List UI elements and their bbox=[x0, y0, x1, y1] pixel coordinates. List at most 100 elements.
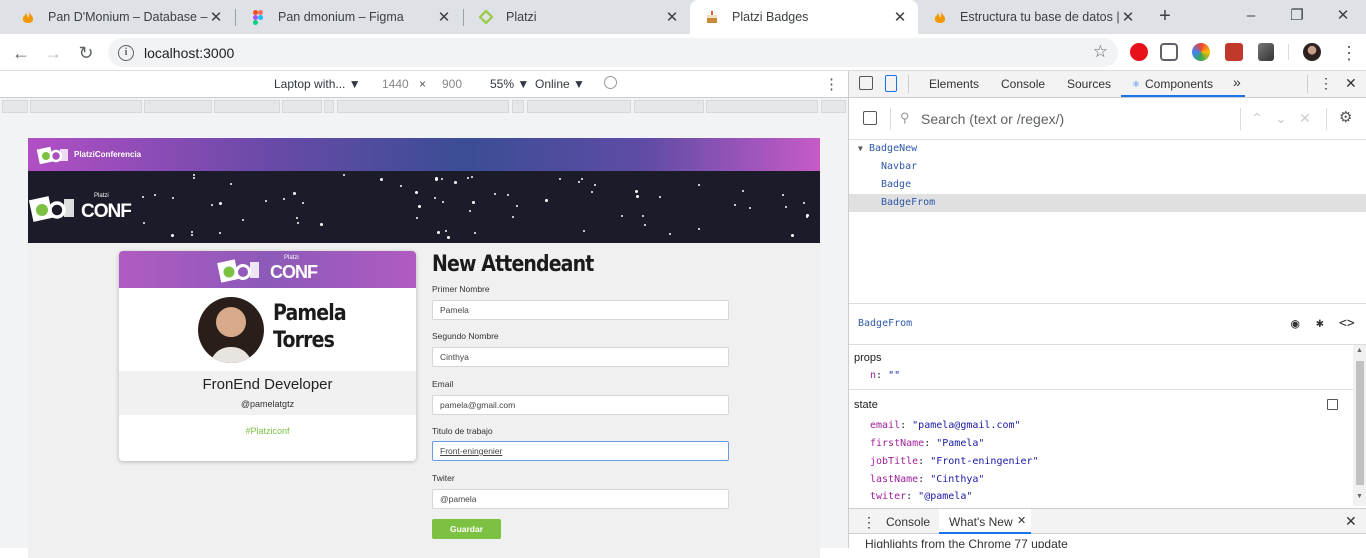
browser-tab-4-active[interactable]: Platzi Badges ✕ bbox=[690, 0, 918, 34]
tab-console[interactable]: Console bbox=[1001, 77, 1045, 91]
device-width[interactable]: 1440 bbox=[382, 77, 409, 91]
more-tabs-icon[interactable]: » bbox=[1233, 74, 1241, 90]
first-name-input[interactable]: Pamela bbox=[432, 300, 729, 320]
tab-title: Pan D'Monium – Database – Fi bbox=[48, 10, 208, 24]
browser-menu-icon[interactable]: ⋮ bbox=[1336, 40, 1362, 66]
form-title: New Attendeant bbox=[432, 252, 594, 277]
badge-logo-text: CONF bbox=[270, 262, 318, 282]
device-select[interactable]: Laptop with... ▼ bbox=[274, 77, 361, 91]
star-decoration bbox=[171, 234, 174, 237]
star-decoration bbox=[494, 193, 496, 195]
minimize-button[interactable]: – bbox=[1228, 0, 1274, 30]
close-drawer-icon[interactable]: ✕ bbox=[1345, 513, 1357, 530]
state-row[interactable]: firstName: "Pamela" bbox=[870, 438, 984, 449]
clear-search-icon[interactable]: ✕ bbox=[1299, 110, 1311, 127]
browser-tab-2[interactable]: Pan dmonium – Figma ✕ bbox=[236, 0, 462, 34]
select-component-icon[interactable] bbox=[863, 111, 877, 125]
reload-icon[interactable]: ↻ bbox=[73, 40, 99, 66]
device-toggle-icon[interactable] bbox=[885, 75, 897, 92]
forward-arrow-icon[interactable]: → bbox=[40, 40, 66, 66]
scrollbar[interactable]: ▲ ▼ bbox=[1353, 345, 1366, 506]
inspect-dom-eye-icon[interactable]: ◉ bbox=[1291, 316, 1299, 332]
browser-tab-5[interactable]: Estructura tu base de datos | ✕ bbox=[918, 0, 1146, 34]
drawer-tab-console[interactable]: Console bbox=[886, 515, 930, 529]
tree-node-badge[interactable]: Badge bbox=[849, 176, 1366, 194]
first-name-label: Primer Nombre bbox=[432, 284, 490, 294]
react-cake-icon bbox=[704, 9, 720, 25]
state-row[interactable]: lastName: "Cinthya" bbox=[870, 474, 984, 485]
close-window-button[interactable]: ✕ bbox=[1320, 0, 1366, 30]
state-row[interactable]: twiter: "@pamela" bbox=[870, 491, 972, 502]
tree-node-navbar[interactable]: Navbar bbox=[849, 158, 1366, 176]
scrollbar-thumb[interactable] bbox=[1356, 361, 1364, 485]
tab-title: Platzi Badges bbox=[732, 10, 809, 24]
back-arrow-icon[interactable]: ← bbox=[8, 40, 34, 66]
email-input[interactable]: pamela@gmail.com bbox=[432, 395, 729, 415]
close-drawer-tab-icon[interactable]: ✕ bbox=[1017, 514, 1026, 527]
prop-row[interactable]: n: "" bbox=[870, 370, 900, 381]
address-bar[interactable]: i localhost:3000 ☆ bbox=[108, 38, 1118, 67]
restore-button[interactable]: ❐ bbox=[1274, 0, 1320, 30]
platzi-conf-logo-icon[interactable] bbox=[36, 145, 70, 165]
zoom-select[interactable]: 55% ▼ bbox=[490, 77, 529, 91]
star-decoration bbox=[447, 236, 450, 239]
star-decoration bbox=[698, 184, 700, 186]
opera-extension-icon[interactable] bbox=[1130, 43, 1148, 61]
device-more-icon[interactable]: ⋮ bbox=[824, 75, 839, 93]
browser-tab-3[interactable]: Platzi ✕ bbox=[464, 0, 690, 34]
pocket-extension-icon[interactable] bbox=[1160, 43, 1178, 61]
state-row[interactable]: jobTitle: "Front-eningenier" bbox=[870, 456, 1039, 467]
search-prev-icon[interactable]: ⌃ bbox=[1251, 110, 1263, 127]
props-title: props bbox=[854, 352, 882, 364]
device-height[interactable]: 900 bbox=[442, 77, 462, 91]
devtools-menu-icon[interactable]: ⋮ bbox=[1319, 75, 1333, 92]
debug-bug-icon[interactable]: ✱ bbox=[1316, 316, 1324, 331]
search-next-icon[interactable]: ⌄ bbox=[1275, 110, 1287, 127]
profile-avatar[interactable] bbox=[1303, 43, 1321, 61]
inspect-element-icon[interactable] bbox=[859, 76, 873, 90]
last-name-input[interactable]: Cinthya bbox=[432, 347, 729, 367]
site-info-icon[interactable]: i bbox=[118, 44, 134, 61]
close-tab-icon[interactable]: ✕ bbox=[664, 9, 680, 26]
rotate-icon[interactable] bbox=[604, 76, 617, 89]
network-select[interactable]: Online ▼ bbox=[535, 77, 585, 91]
state-row[interactable]: email: "pamela@gmail.com" bbox=[870, 420, 1021, 431]
close-devtools-icon[interactable]: ✕ bbox=[1345, 75, 1357, 92]
star-decoration bbox=[791, 234, 794, 237]
close-tab-icon[interactable]: ✕ bbox=[1120, 9, 1136, 26]
state-title: state bbox=[854, 399, 878, 411]
badge-logo-small: Platzi bbox=[284, 255, 299, 261]
color-picker-extension-icon[interactable] bbox=[1192, 43, 1210, 61]
close-tab-icon[interactable]: ✕ bbox=[892, 9, 908, 26]
new-tab-button[interactable]: + bbox=[1154, 6, 1176, 28]
tab-sources[interactable]: Sources bbox=[1067, 77, 1111, 91]
drawer-tab-whats-new[interactable]: What's New bbox=[949, 515, 1013, 529]
component-search-input[interactable]: Search (text or /regex/) bbox=[921, 111, 1064, 127]
close-tab-icon[interactable]: ✕ bbox=[436, 9, 452, 26]
tree-node-badgenew[interactable]: ▼ BadgeNew bbox=[849, 140, 1366, 158]
copy-icon[interactable] bbox=[1327, 399, 1338, 410]
tab-elements[interactable]: Elements bbox=[929, 77, 979, 91]
tree-node-badgefrom[interactable]: BadgeFrom bbox=[849, 194, 1366, 212]
bookmark-star-icon[interactable]: ☆ bbox=[1093, 42, 1108, 62]
badge-last-name: Torres bbox=[273, 328, 335, 353]
tab-strip: Pan D'Monium – Database – Fi ✕ Pan dmoni… bbox=[0, 0, 1366, 34]
close-tab-icon[interactable]: ✕ bbox=[208, 9, 224, 26]
job-title-label: Titulo de trabajo bbox=[432, 426, 493, 436]
devtools-panel: Elements Console Sources ⚛ Components » … bbox=[848, 71, 1366, 548]
twitter-input[interactable]: @pamela bbox=[432, 489, 729, 509]
expand-arrow-icon[interactable]: ▼ bbox=[858, 140, 863, 158]
save-button[interactable]: Guardar bbox=[432, 519, 501, 539]
navbar-brand[interactable]: PlatziConferencia bbox=[74, 150, 141, 159]
pixel-extension-icon[interactable] bbox=[1225, 43, 1243, 61]
eyedropper-extension-icon[interactable] bbox=[1258, 43, 1274, 61]
view-source-icon[interactable]: <> bbox=[1339, 316, 1355, 331]
star-decoration bbox=[594, 184, 596, 186]
star-decoration bbox=[583, 230, 585, 232]
settings-gear-icon[interactable]: ⚙ bbox=[1339, 108, 1352, 126]
navbar: PlatziConferencia bbox=[28, 138, 820, 171]
drawer-menu-icon[interactable]: ⋮ bbox=[862, 514, 876, 531]
tab-components[interactable]: Components bbox=[1145, 77, 1213, 91]
job-title-input[interactable]: Front-eningenier bbox=[432, 441, 729, 461]
browser-tab-1[interactable]: Pan D'Monium – Database – Fi ✕ bbox=[6, 0, 234, 34]
